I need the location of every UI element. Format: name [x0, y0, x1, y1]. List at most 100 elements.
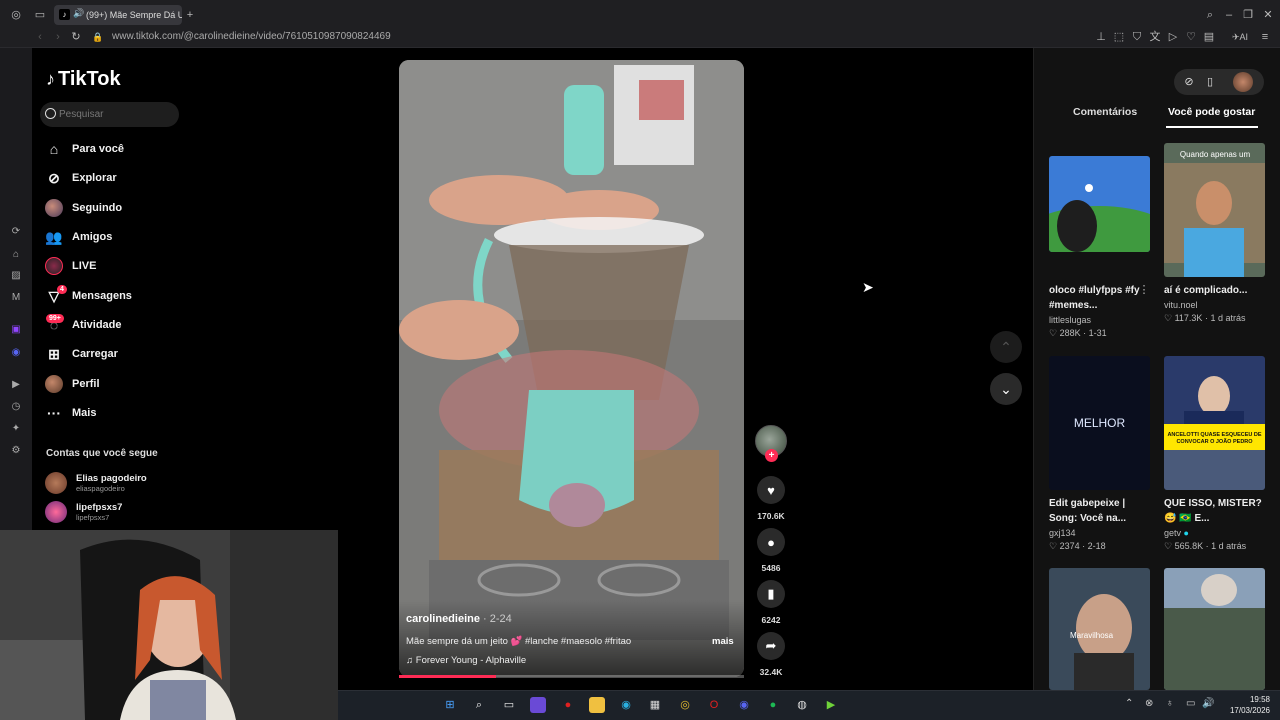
microphone-icon[interactable]: ♁ — [1166, 698, 1174, 709]
screenshot-icon[interactable]: ⬚ — [1112, 30, 1126, 44]
heart-icon[interactable]: ♡ — [1184, 30, 1198, 44]
video-progress-bar[interactable] — [399, 675, 744, 678]
menu-icon[interactable]: ≡ — [1258, 30, 1272, 44]
suggested-video-thumbnail[interactable] — [1049, 156, 1150, 252]
suggested-video-user[interactable]: gxj134 — [1049, 528, 1076, 538]
app-icon[interactable] — [530, 697, 546, 713]
task-view-icon[interactable]: ▭ — [501, 697, 517, 713]
url-text[interactable]: www.tiktok.com/@carolinedieine/video/761… — [112, 31, 391, 42]
nav-item-explorar[interactable]: ⊘ Explorar — [45, 166, 117, 190]
taskbar-clock[interactable]: 19:58 17/03/2026 — [1226, 694, 1270, 716]
speaker-icon[interactable]: 🔊 — [73, 8, 84, 19]
play-icon[interactable]: ▷ — [1166, 30, 1180, 44]
opera-icon[interactable]: O — [706, 697, 722, 713]
suggested-video-thumbnail[interactable] — [1164, 143, 1265, 277]
browser-logo-icon[interactable]: ◎ — [9, 8, 23, 22]
new-tab-button[interactable]: + — [183, 8, 197, 22]
shield-icon[interactable]: ⛉ — [1130, 30, 1144, 44]
nav-item-mais[interactable]: ··· Mais — [45, 401, 96, 425]
suggested-video-user[interactable]: littleslugas — [1049, 315, 1091, 325]
maximize-icon[interactable]: ❐ — [1241, 8, 1255, 22]
following-account[interactable]: Elias pagodeiro eliaspagodeiro — [45, 470, 147, 496]
ai-icon[interactable]: ✈AI — [1228, 30, 1252, 44]
nav-item-carregar[interactable]: ⊞ Carregar — [45, 342, 118, 366]
chrome-icon[interactable]: ◎ — [677, 697, 693, 713]
file-explorer-icon[interactable] — [589, 697, 605, 713]
comment-count: 5486 — [761, 563, 781, 573]
tabs-menu-icon[interactable]: ▭ — [33, 8, 47, 22]
video-player[interactable] — [399, 60, 744, 677]
pin-icon[interactable]: ⊥ — [1094, 30, 1108, 44]
more-button[interactable]: mais — [712, 636, 734, 647]
start-icon[interactable]: ⊞ — [442, 697, 458, 713]
heart-icon: ♡ — [1164, 541, 1175, 551]
back-icon[interactable]: ‹ — [33, 30, 47, 44]
discord-icon[interactable]: ◉ — [736, 697, 752, 713]
minimize-icon[interactable]: – — [1222, 8, 1236, 22]
store-icon[interactable]: ▦ — [647, 697, 663, 713]
lock-icon[interactable]: 🔒 — [91, 30, 105, 44]
search-icon[interactable]: ⌕ — [471, 697, 487, 713]
nav-item-live[interactable]: LIVE — [45, 254, 96, 278]
share-button[interactable]: ➦ — [757, 632, 785, 660]
settings-icon[interactable]: ⚙ — [9, 444, 23, 458]
network-off-icon[interactable]: ⊗ — [1145, 698, 1153, 709]
wallet-icon[interactable]: ▤ — [1202, 30, 1216, 44]
notes-icon[interactable]: ▨ — [9, 269, 23, 283]
next-video-button[interactable]: ⌄ — [990, 373, 1022, 405]
history-icon[interactable]: ⟳ — [9, 225, 23, 239]
search-input[interactable]: Pesquisar — [40, 102, 179, 127]
nav-item-seguindo[interactable]: Seguindo — [45, 196, 122, 220]
close-icon[interactable]: ✕ — [1261, 8, 1275, 22]
suggested-video-thumbnail[interactable] — [1164, 356, 1265, 490]
extensions-icon[interactable]: ✦ — [9, 422, 23, 436]
friends-icon: 👥 — [45, 228, 63, 245]
more-options-icon[interactable]: ⋮ — [1137, 283, 1151, 297]
suggested-video-thumbnail[interactable] — [1049, 568, 1150, 690]
previous-video-button[interactable]: ⌃ — [990, 331, 1022, 363]
display-icon[interactable]: ▭ — [1186, 698, 1195, 709]
follow-plus-icon[interactable]: + — [765, 449, 778, 462]
following-account[interactable]: lipefpsxs7 lipefpsxs7 — [45, 499, 122, 525]
video-description[interactable]: Mãe sempre dá um jeito 💕 #lanche #maesol… — [406, 636, 631, 647]
chevron-up-icon[interactable]: ⌃ — [1125, 698, 1133, 709]
nav-item-amigos[interactable]: 👥 Amigos — [45, 225, 112, 249]
comment-button[interactable]: ● — [757, 528, 785, 556]
phone-icon[interactable]: ▯ — [1203, 75, 1217, 89]
spotify-icon[interactable]: ● — [765, 697, 781, 713]
video-author[interactable]: carolinedieine · 2-24 — [406, 613, 512, 625]
suggested-video-title[interactable]: oloco #lulyfpps #fy #memes... — [1049, 283, 1149, 313]
volume-icon[interactable]: 🔊 — [1202, 698, 1214, 709]
suggested-video-thumbnail[interactable] — [1164, 568, 1265, 690]
user-avatar[interactable] — [1233, 72, 1253, 92]
bag-icon[interactable]: ⌂ — [9, 248, 23, 262]
tab-voce-pode-gostar[interactable]: Você pode gostar — [1168, 106, 1255, 118]
suggested-video-title[interactable]: aí é complicado... — [1164, 283, 1264, 298]
nav-item-para-voce[interactable]: ⌂ Para você — [45, 137, 124, 161]
suggested-video-user[interactable]: getv ● — [1164, 528, 1189, 538]
suggested-video-user[interactable]: vitu.noel — [1164, 300, 1198, 310]
tiktok-logo[interactable]: ♪ TikTok — [46, 68, 121, 91]
mail-icon[interactable]: M — [9, 291, 23, 305]
app-green-icon[interactable]: ▶ — [823, 697, 839, 713]
suggested-video-title[interactable]: Edit gabepeixe | Song: Você na... — [1049, 496, 1149, 526]
forward-icon[interactable]: › — [51, 30, 65, 44]
translate-icon[interactable]: 文 — [1148, 30, 1162, 44]
tab-comentarios[interactable]: Comentários — [1073, 106, 1137, 118]
search-tabs-icon[interactable]: ⌕ — [1203, 8, 1217, 22]
reload-icon[interactable]: ↻ — [69, 30, 83, 44]
nav-item-perfil[interactable]: Perfil — [45, 372, 100, 396]
player-icon[interactable]: ▶ — [9, 378, 23, 392]
compass-small-icon[interactable]: ⊘ — [1182, 75, 1196, 89]
steam-icon[interactable]: ◍ — [794, 697, 810, 713]
like-button[interactable]: ♥ — [757, 476, 785, 504]
app-red-icon[interactable]: ● — [560, 697, 576, 713]
video-music[interactable]: ♫ Forever Young - Alphaville — [406, 655, 526, 666]
save-button[interactable]: ▮ — [757, 580, 785, 608]
twitch-icon[interactable]: ▣ — [9, 323, 23, 337]
suggested-video-title[interactable]: QUE ISSO, MISTER? 😅 🇧🇷 E... — [1164, 496, 1264, 526]
clock-icon[interactable]: ◷ — [9, 400, 23, 414]
discord-icon[interactable]: ◉ — [9, 346, 23, 360]
browser-tab-active[interactable]: ♪ 🔊 (99+) Mãe Sempre Dá U — [54, 5, 182, 25]
edge-icon[interactable]: ◉ — [618, 697, 634, 713]
